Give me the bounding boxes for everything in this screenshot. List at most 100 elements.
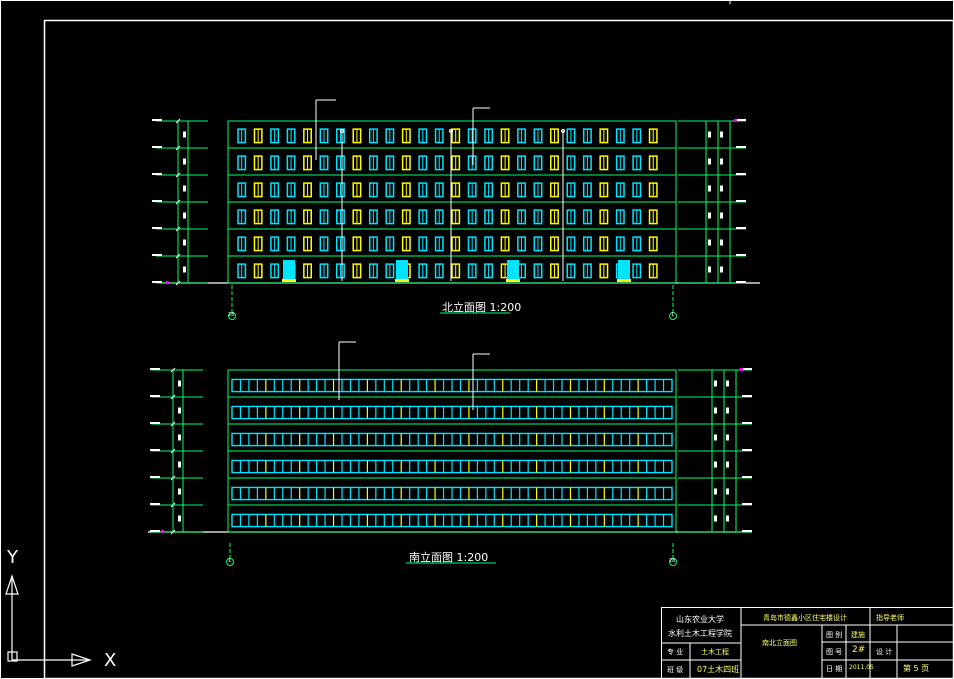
entrance-step <box>506 279 520 282</box>
level-text-mark <box>152 227 162 229</box>
dimension-text-mark <box>720 266 723 273</box>
dimension-text-mark <box>720 185 723 192</box>
date-label: 日 期 <box>826 665 843 673</box>
level-text-mark <box>150 530 160 532</box>
dimension-text-mark <box>720 239 723 246</box>
class-label: 班 级 <box>667 666 684 674</box>
dimension-text-mark <box>708 239 711 246</box>
dimension-text-mark <box>183 212 186 219</box>
level-text-mark <box>150 368 160 370</box>
number-value: 2# <box>852 645 866 655</box>
advisor-header: 指导老师 <box>876 614 904 622</box>
date-value: 2011.05 <box>849 664 874 671</box>
north-left-axis-label: 28 <box>228 312 235 318</box>
entrance-step <box>617 279 631 282</box>
level-text-mark <box>736 254 746 256</box>
level-text-mark <box>736 119 746 121</box>
dimension-text-mark <box>726 434 729 441</box>
dimension-text-mark <box>708 185 711 192</box>
dimension-text-mark <box>178 407 181 414</box>
entrance-step <box>282 279 296 282</box>
level-text-mark <box>152 146 162 148</box>
level-text-mark <box>742 476 752 478</box>
dimension-text-mark <box>726 488 729 495</box>
level-text-mark <box>152 254 162 256</box>
level-marker <box>161 530 164 533</box>
level-text-mark <box>152 281 162 283</box>
level-text-mark <box>150 395 160 397</box>
class-value: 07土木四班 <box>697 665 740 674</box>
dimension-text-mark <box>183 266 186 273</box>
level-text-mark <box>150 503 160 505</box>
south-right-axis-label: 28 <box>669 558 676 564</box>
level-text-mark <box>150 422 160 424</box>
dimension-text-mark <box>726 461 729 468</box>
level-text-mark <box>742 422 752 424</box>
dimension-text-mark <box>720 212 723 219</box>
cad-drawing-canvas <box>0 0 954 679</box>
north-elevation-drawing <box>152 99 760 286</box>
page-number: 第 5 页 <box>903 664 930 673</box>
number-label: 图 号 <box>826 648 843 656</box>
dimension-text-mark <box>708 212 711 219</box>
dimension-text-mark <box>720 131 723 138</box>
level-text-mark <box>152 200 162 202</box>
dimension-text-mark <box>178 515 181 522</box>
school-name-line2: 水利土木工程学院 <box>668 629 732 638</box>
level-marker <box>740 368 743 371</box>
entrance-door <box>618 260 630 281</box>
entrance-door <box>283 260 295 281</box>
level-text-mark <box>742 368 752 370</box>
north-elevation-title: 北立面图 1:200 <box>442 301 522 314</box>
dimension-text-mark <box>183 185 186 192</box>
drawing-frame-outer <box>0 0 954 679</box>
level-text-mark <box>736 146 746 148</box>
dimension-text-mark <box>726 515 729 522</box>
south-elevation-drawing <box>148 341 752 535</box>
level-text-mark <box>742 449 752 451</box>
dimension-text-mark <box>714 515 717 522</box>
drawing-frame-inner <box>43 19 954 679</box>
dimension-text-mark <box>178 434 181 441</box>
level-text-mark <box>742 530 752 532</box>
level-text-mark <box>150 476 160 478</box>
dimension-text-mark <box>183 131 186 138</box>
level-text-mark <box>150 449 160 451</box>
dimension-text-mark <box>708 266 711 273</box>
dimension-text-mark <box>726 380 729 387</box>
dimension-text-mark <box>178 380 181 387</box>
dimension-text-mark <box>714 380 717 387</box>
level-marker <box>734 119 737 122</box>
level-text-mark <box>152 173 162 175</box>
dimension-text-mark <box>178 461 181 468</box>
category-label: 图 别 <box>826 631 843 639</box>
category-value: 建施 <box>851 631 865 639</box>
level-text-mark <box>152 119 162 121</box>
dimension-text-mark <box>720 158 723 165</box>
level-text-mark <box>736 227 746 229</box>
level-marker <box>166 281 169 284</box>
dimension-text-mark <box>726 407 729 414</box>
dimension-text-mark <box>183 158 186 165</box>
south-left-axis-label: 1 <box>228 558 232 564</box>
dimension-text-mark <box>183 239 186 246</box>
south-elevation-title: 南立面图 1:200 <box>409 551 489 564</box>
ucs-y-label: Y <box>7 547 18 568</box>
dimension-text-mark <box>714 461 717 468</box>
major-label: 专 业 <box>667 648 684 656</box>
school-name-line1: 山东农业大学 <box>676 615 724 624</box>
level-text-mark <box>736 200 746 202</box>
entrance-door <box>507 260 519 281</box>
drawing-name: 南北立面图 <box>762 639 797 647</box>
ucs-icon <box>5 574 92 667</box>
level-text-mark <box>736 281 746 283</box>
level-text-mark <box>742 503 752 505</box>
dimension-text-mark <box>708 158 711 165</box>
major-value: 土木工程 <box>701 648 729 656</box>
dimension-text-mark <box>714 434 717 441</box>
ucs-x-label: X <box>104 650 117 671</box>
entrance-door <box>396 260 408 281</box>
entrance-step <box>395 279 409 282</box>
project-title: 青岛市德鑫小区住宅楼设计 <box>763 614 847 622</box>
dimension-text-mark <box>178 488 181 495</box>
